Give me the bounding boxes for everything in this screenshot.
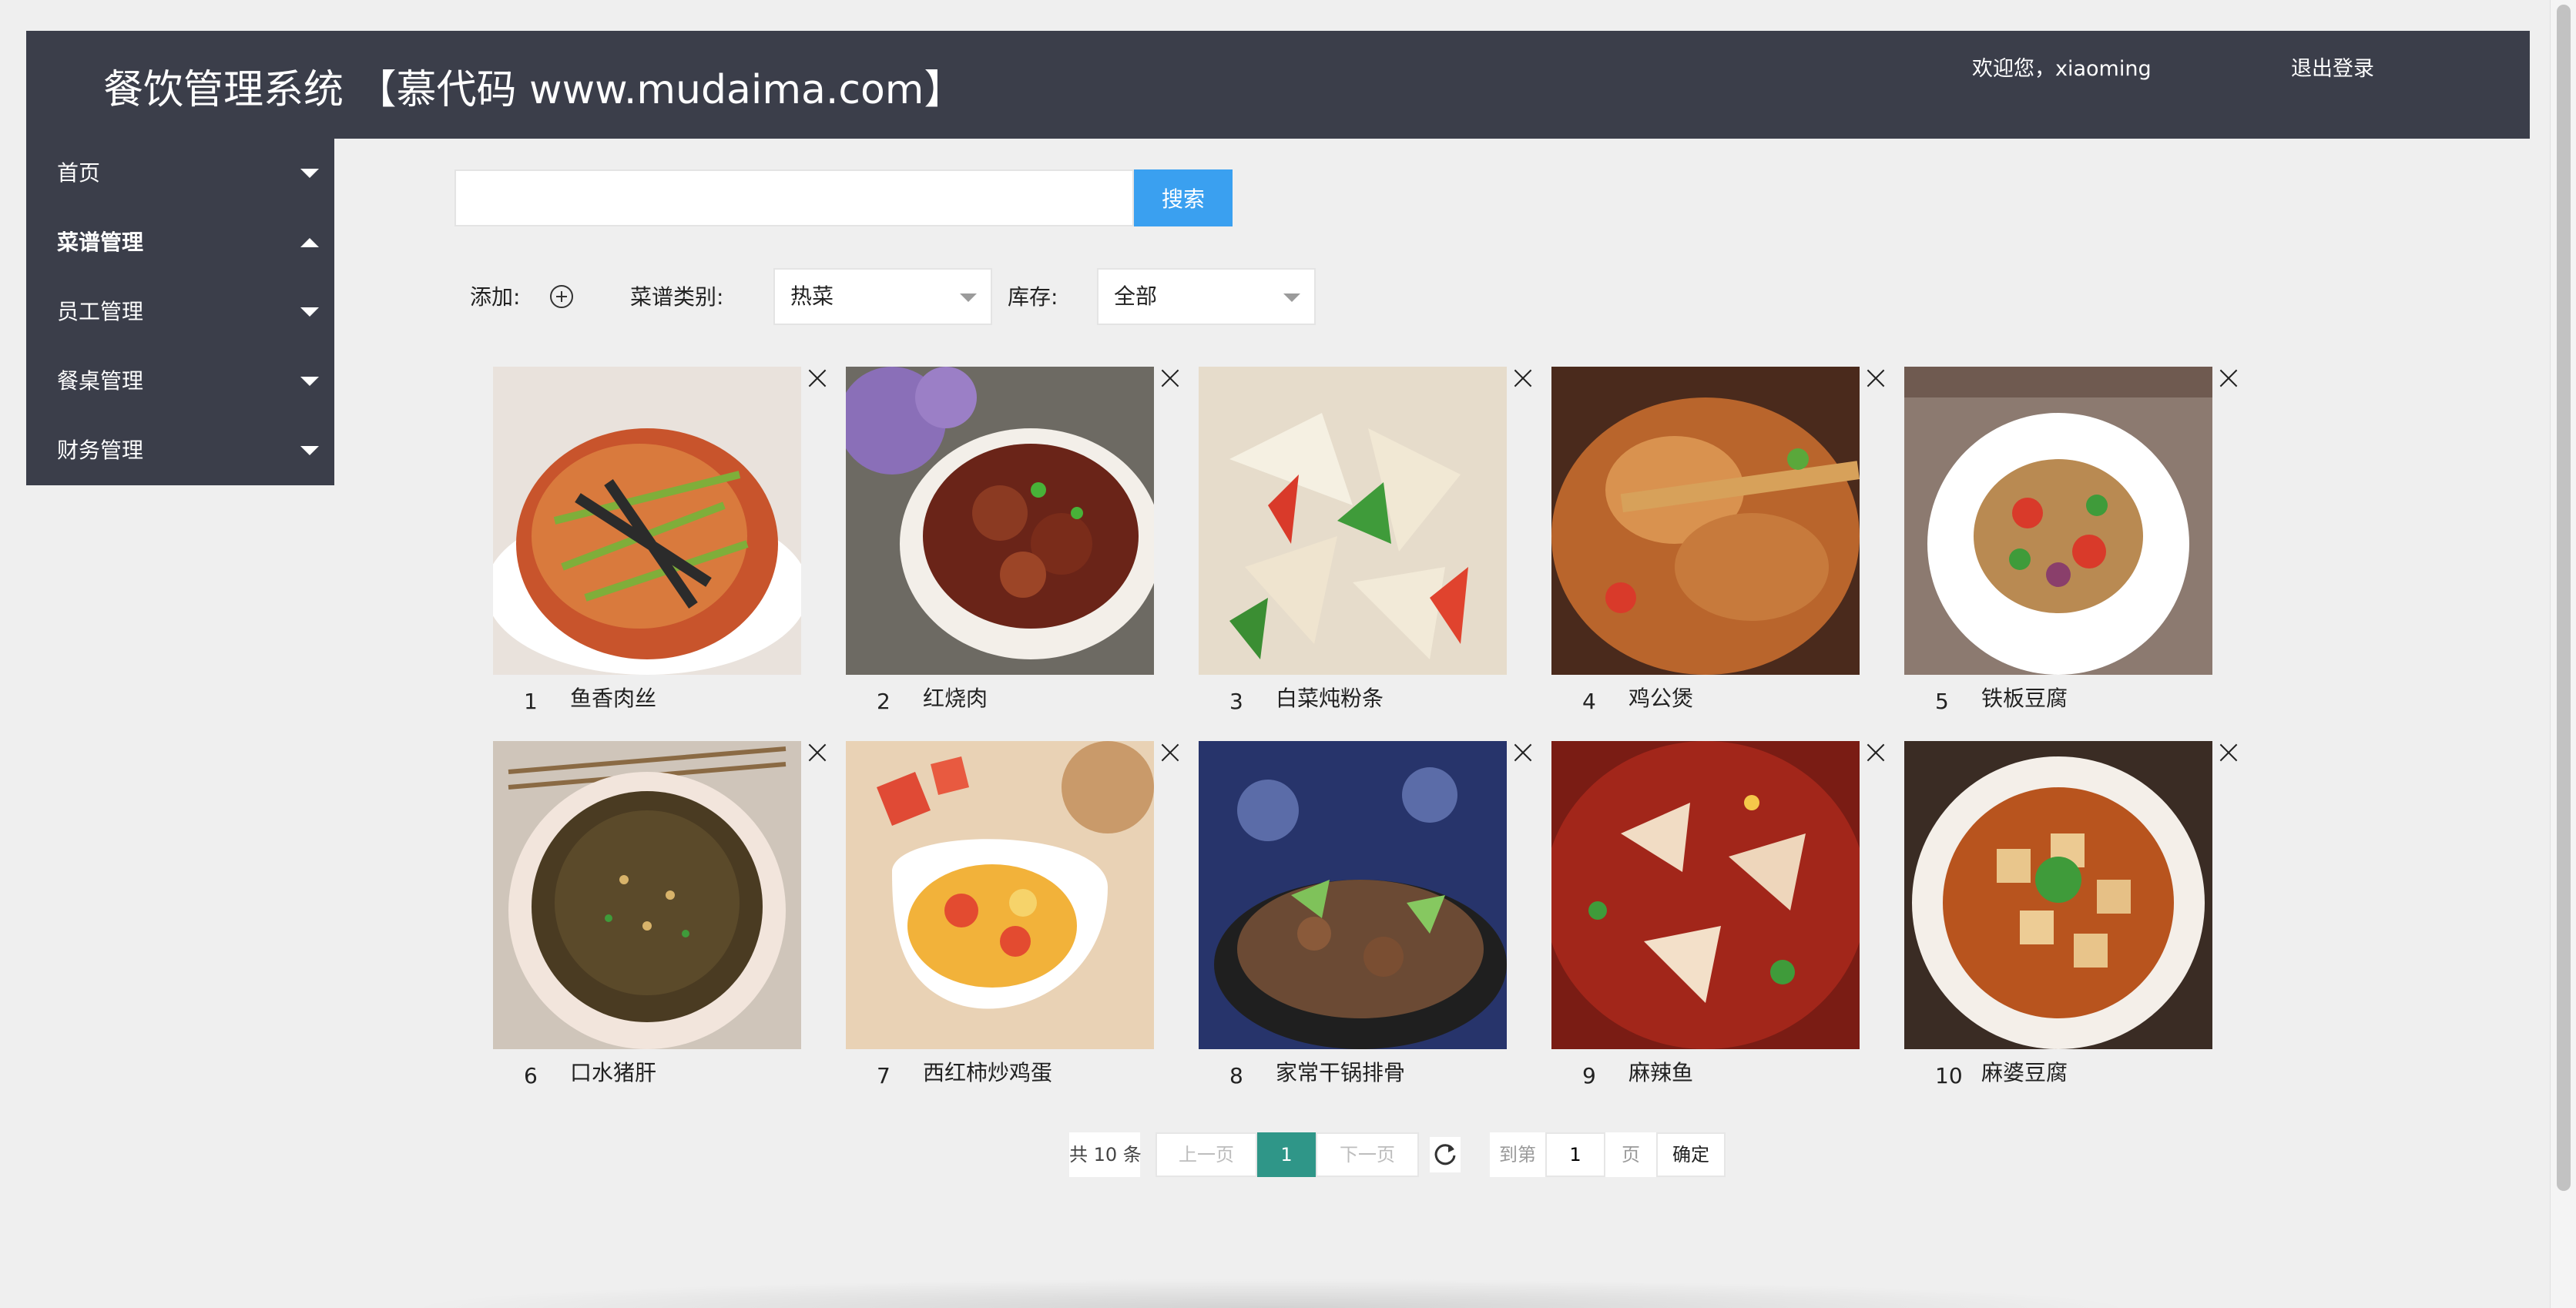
pagination-prev-button[interactable]: 上一页 [1156,1132,1257,1177]
dish-number: 2 [877,689,891,714]
dish-number: 6 [524,1063,538,1088]
logout-link[interactable]: 退出登录 [2291,52,2374,86]
chevron-down-icon [300,377,319,386]
dish-image[interactable] [1199,741,1507,1049]
category-label: 菜谱类别: [630,284,724,310]
pagination-goto-input[interactable] [1545,1132,1605,1177]
dish-number: 4 [1582,689,1596,714]
sidebar-item-label: 餐桌管理 [57,368,144,394]
dish-card[interactable]: 4 鸡公煲 [1551,367,1875,729]
dish-name: 白菜炖粉条 [1276,686,1384,711]
dish-image[interactable] [846,367,1154,675]
app-title: 餐饮管理系统 【慕代码 www.mudaima.com】 [103,67,964,113]
dish-name: 红烧肉 [923,686,988,711]
dish-name: 家常干锅排骨 [1276,1060,1406,1085]
sidebar-item-label: 首页 [57,160,101,186]
sidebar-item-label: 员工管理 [57,299,144,324]
dish-card[interactable]: 7 西红柿炒鸡蛋 [846,741,1169,1103]
sidebar-item-table-management[interactable]: 餐桌管理 [26,347,334,416]
footer-shadow [401,1279,2142,1308]
sidebar-item-finance-management[interactable]: 财务管理 [26,416,334,485]
pagination-page-1[interactable]: 1 [1257,1132,1316,1177]
chevron-up-icon [300,238,319,247]
dish-name: 西红柿炒鸡蛋 [923,1060,1053,1085]
dish-image[interactable] [493,367,801,675]
chevron-down-icon [300,307,319,317]
dish-image[interactable] [493,741,801,1049]
dish-name: 麻婆豆腐 [1981,1060,2068,1085]
dish-name: 口水猪肝 [570,1060,657,1085]
close-icon[interactable] [2219,743,2239,763]
close-icon[interactable] [1513,743,1533,763]
vertical-scrollbar[interactable] [2550,0,2576,1308]
dish-number: 9 [1582,1063,1596,1088]
refresh-icon[interactable] [1430,1137,1461,1172]
chevron-down-icon [300,446,319,455]
dish-number: 5 [1935,689,1949,714]
pagination-page-label: 页 [1605,1132,1656,1177]
add-label: 添加: [470,284,521,310]
dish-card[interactable]: 6 口水猪肝 [493,741,817,1103]
dish-image[interactable] [1904,741,2212,1049]
dish-number: 8 [1229,1063,1243,1088]
pagination-total: 共 10 条 [1069,1132,1142,1177]
category-select-value: 热菜 [790,283,834,309]
dish-number: 1 [524,689,538,714]
dish-image[interactable] [1199,367,1507,675]
dish-image[interactable] [1904,367,2212,675]
search-input[interactable] [454,169,1134,226]
dish-image[interactable] [1551,367,1860,675]
search-button[interactable]: 搜索 [1134,169,1233,226]
close-icon[interactable] [1513,368,1533,388]
dish-card[interactable]: 1 鱼香肉丝 [493,367,817,729]
dish-card[interactable]: 10 麻婆豆腐 [1904,741,2228,1103]
close-icon[interactable] [807,743,827,763]
pagination-confirm-button[interactable]: 确定 [1656,1132,1726,1177]
chevron-down-icon [960,293,977,302]
dish-card[interactable]: 3 白菜炖粉条 [1199,367,1522,729]
close-icon[interactable] [1866,368,1886,388]
dish-image[interactable] [1551,741,1860,1049]
dish-image[interactable] [846,741,1154,1049]
dish-card[interactable]: 5 铁板豆腐 [1904,367,2228,729]
close-icon[interactable] [1866,743,1886,763]
dish-name: 鱼香肉丝 [570,686,657,711]
sidebar-item-staff-management[interactable]: 员工管理 [26,277,334,347]
close-icon[interactable] [807,368,827,388]
sidebar: 首页 菜谱管理 员工管理 餐桌管理 财务管理 [26,139,334,485]
dish-number: 3 [1229,689,1243,714]
stock-select[interactable]: 全部 [1097,268,1316,325]
sidebar-item-label: 财务管理 [57,438,144,463]
category-select[interactable]: 热菜 [773,268,992,325]
sidebar-item-home[interactable]: 首页 [26,139,334,208]
chevron-down-icon [1283,293,1300,302]
top-header: 餐饮管理系统 【慕代码 www.mudaima.com】 欢迎您，xiaomin… [26,31,2530,139]
close-icon[interactable] [1160,368,1180,388]
pagination-next-button[interactable]: 下一页 [1316,1132,1419,1177]
dish-card[interactable]: 9 麻辣鱼 [1551,741,1875,1103]
pagination-goto-label: 到第 [1490,1132,1545,1177]
close-icon[interactable] [2219,368,2239,388]
dish-number: 7 [877,1063,891,1088]
welcome-text: 欢迎您，xiaoming [1972,57,2152,81]
dish-number: 10 [1935,1063,1963,1088]
dish-card[interactable]: 2 红烧肉 [846,367,1169,729]
sidebar-item-menu-management[interactable]: 菜谱管理 [26,208,334,277]
chevron-down-icon [300,169,319,178]
add-circle-icon[interactable] [550,285,573,308]
stock-label: 库存: [1008,284,1058,310]
close-icon[interactable] [1160,743,1180,763]
dish-card[interactable]: 8 家常干锅排骨 [1199,741,1522,1103]
sidebar-item-label: 菜谱管理 [57,230,144,255]
stock-select-value: 全部 [1114,283,1158,309]
scrollbar-thumb[interactable] [2557,5,2571,1191]
dish-name: 鸡公煲 [1628,686,1694,711]
dish-name: 铁板豆腐 [1981,686,2068,711]
dish-name: 麻辣鱼 [1628,1060,1694,1085]
